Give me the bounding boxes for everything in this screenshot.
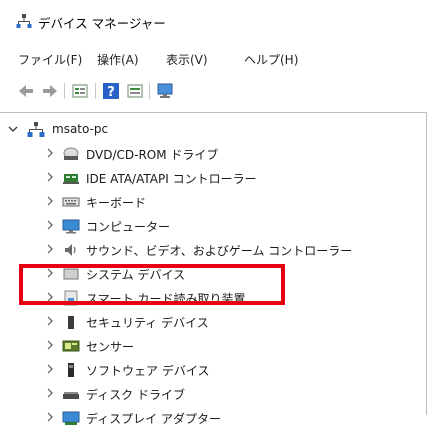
security-device-icon bbox=[68, 316, 74, 329]
tree-item-computer[interactable]: コンピューター bbox=[0, 215, 426, 237]
keyboard-icon bbox=[62, 197, 80, 207]
toolbar-separator bbox=[95, 83, 96, 99]
title-bar: デバイス マネージャー bbox=[0, 0, 436, 42]
ide-controller-icon bbox=[63, 174, 79, 184]
tree-item-label: コンピューター bbox=[86, 220, 171, 234]
device-manager-icon bbox=[16, 14, 32, 28]
back-icon[interactable] bbox=[16, 81, 36, 101]
tree-item-label: DVD/CD-ROM ドライブ bbox=[86, 148, 219, 162]
tree-item-ide[interactable]: IDE ATA/ATAPI コントローラー bbox=[0, 167, 426, 189]
toolbar: ? bbox=[0, 78, 436, 104]
speaker-icon bbox=[65, 244, 76, 256]
toolbar-separator bbox=[149, 83, 150, 99]
svg-text:?: ? bbox=[107, 85, 115, 100]
dvd-drive-icon bbox=[63, 147, 79, 160]
highlight-box bbox=[19, 264, 285, 305]
window-title: デバイス マネージャー bbox=[38, 16, 166, 31]
tree-item-display[interactable]: ディスプレイ アダプター bbox=[0, 407, 426, 429]
help-icon[interactable]: ? bbox=[101, 81, 121, 101]
menu-file[interactable]: ファイル(F) bbox=[18, 51, 82, 68]
tree-item-label: サウンド、ビデオ、およびゲーム コントローラー bbox=[86, 244, 353, 258]
tree-item-software[interactable]: ソフトウェア デバイス bbox=[0, 359, 426, 381]
toolbar-separator bbox=[64, 83, 65, 99]
chevron-right-icon[interactable] bbox=[44, 243, 56, 255]
tree-item-sound[interactable]: サウンド、ビデオ、およびゲーム コントローラー bbox=[0, 239, 426, 261]
chevron-right-icon[interactable] bbox=[44, 387, 56, 399]
menu-view[interactable]: 表示(V) bbox=[166, 51, 208, 68]
display-adapter-icon bbox=[62, 411, 80, 425]
computer-icon bbox=[62, 219, 80, 234]
tree-item-dvd[interactable]: DVD/CD-ROM ドライブ bbox=[0, 143, 426, 165]
chevron-right-icon[interactable] bbox=[44, 315, 56, 327]
chevron-right-icon[interactable] bbox=[44, 363, 56, 375]
chevron-right-icon[interactable] bbox=[44, 219, 56, 231]
chevron-right-icon[interactable] bbox=[44, 339, 56, 351]
tree-item-label: ソフトウェア デバイス bbox=[86, 364, 210, 378]
tree-item-label: ディスク ドライブ bbox=[86, 388, 185, 402]
tree-item-label: センサー bbox=[86, 340, 135, 354]
tree-item-label: キーボード bbox=[86, 196, 147, 210]
tree-item-security[interactable]: セキュリティ デバイス bbox=[0, 311, 426, 333]
menu-help[interactable]: ヘルプ(H) bbox=[244, 51, 298, 68]
tree-root[interactable]: msato-pc bbox=[0, 119, 426, 141]
chevron-right-icon[interactable] bbox=[44, 195, 56, 207]
sensor-icon bbox=[62, 340, 80, 352]
chevron-right-icon[interactable] bbox=[44, 171, 56, 183]
device-view-icon[interactable] bbox=[125, 81, 145, 101]
monitor-icon[interactable] bbox=[155, 81, 175, 101]
tree-item-disk[interactable]: ディスク ドライブ bbox=[0, 383, 426, 405]
chevron-right-icon[interactable] bbox=[44, 411, 56, 423]
chevron-right-icon[interactable] bbox=[44, 147, 56, 159]
computer-tree-icon bbox=[27, 122, 45, 137]
tree-item-keyboard[interactable]: キーボード bbox=[0, 191, 426, 213]
software-device-icon bbox=[68, 363, 74, 377]
tree-root-label: msato-pc bbox=[52, 122, 109, 136]
properties-icon[interactable] bbox=[70, 81, 90, 101]
menu-bar: ファイル(F) 操作(A) 表示(V) ヘルプ(H) bbox=[0, 48, 436, 72]
tree-item-label: ディスプレイ アダプター bbox=[86, 412, 221, 426]
disk-drive-icon bbox=[63, 392, 79, 399]
chevron-down-icon[interactable] bbox=[7, 123, 19, 135]
tree-item-label: IDE ATA/ATAPI コントローラー bbox=[86, 172, 257, 186]
tree-item-label: セキュリティ デバイス bbox=[86, 316, 209, 330]
menu-action[interactable]: 操作(A) bbox=[97, 51, 139, 68]
tree-item-sensor[interactable]: センサー bbox=[0, 335, 426, 357]
forward-icon[interactable] bbox=[40, 81, 60, 101]
